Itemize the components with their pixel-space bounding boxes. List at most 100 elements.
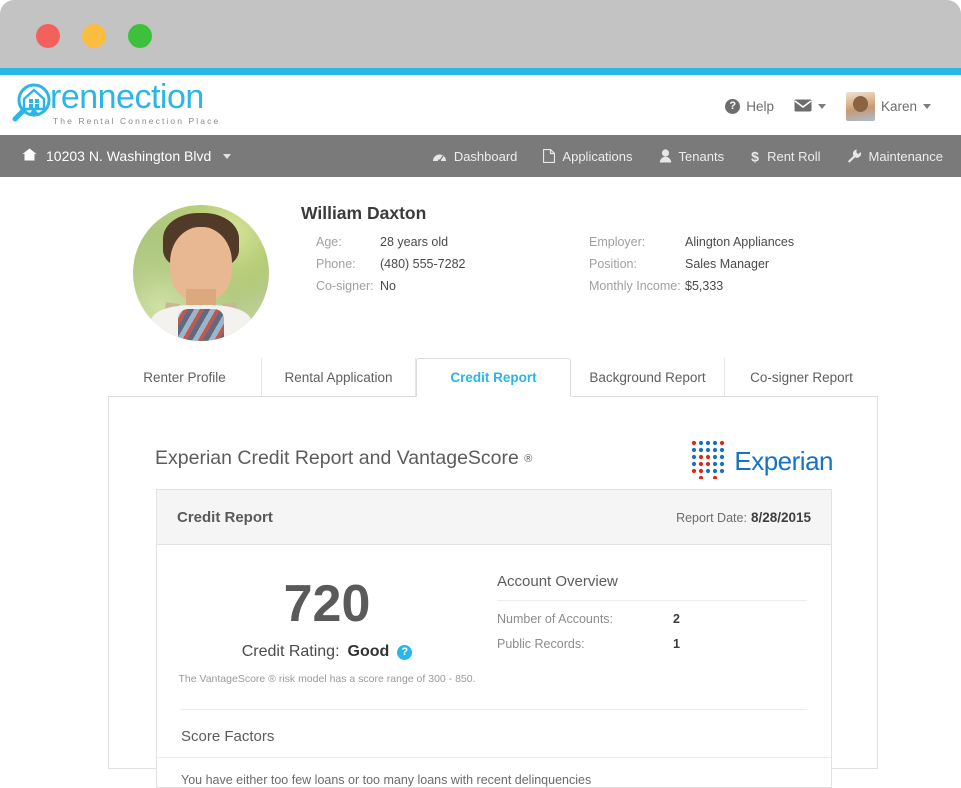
overview-value: 1 [673, 637, 680, 651]
tab-cosigner-report[interactable]: Co-signer Report [725, 358, 878, 396]
chevron-down-icon [223, 153, 232, 159]
credit-report-box-header: Credit Report Report Date: 8/28/2015 [157, 490, 831, 545]
info-value: 28 years old [380, 235, 449, 249]
nav-item-tenants[interactable]: Tenants [659, 148, 725, 164]
chevron-down-icon [923, 104, 931, 109]
panel-title: Credit Report [177, 508, 273, 526]
vantagescore-note: The VantageScore ® risk model has a scor… [178, 673, 476, 685]
info-value: No [380, 279, 396, 293]
registered-mark: ® [524, 453, 533, 465]
credit-rating-value: Good [347, 643, 390, 660]
chevron-down-icon [817, 104, 826, 109]
experian-logo: Experian [687, 439, 833, 484]
account-overview: Account Overview Number of Accounts: 2 P… [497, 573, 831, 685]
nav-label: Dashboard [453, 148, 518, 164]
info-label: Position: [589, 257, 637, 271]
avatar [845, 92, 875, 121]
header-utility-nav: ? Help Karen [715, 88, 941, 125]
overview-row: Public Records: 1 [497, 626, 807, 651]
overview-value: 2 [673, 612, 680, 626]
rennection-logo[interactable]: rennection The Rental Connection Place [8, 79, 220, 127]
tab-renter-profile[interactable]: Renter Profile [108, 358, 262, 396]
user-name-label: Karen [880, 99, 917, 114]
score-factor-item: You have either too few loans or too man… [181, 773, 592, 787]
traffic-lights [36, 24, 152, 48]
tenant-info-left: Age: 28 years old Phone: (480) 555-7282 … [316, 235, 465, 301]
question-mark-icon[interactable]: ? [397, 644, 413, 660]
close-window-button[interactable] [36, 24, 60, 48]
tenant-info-right: Employer: Alington Appliances Position: … [589, 235, 794, 301]
tab-background-report[interactable]: Background Report [571, 358, 725, 396]
info-label: Co-signer: [316, 279, 374, 293]
report-date-value: 8/28/2015 [750, 509, 811, 525]
info-row: Phone: (480) 555-7282 [316, 257, 465, 272]
report-page-title-text: Experian Credit Report and VantageScore [155, 447, 519, 469]
score-block: 720 Credit Rating: Good ? The VantageSco… [157, 573, 497, 685]
info-value: Sales Manager [685, 257, 770, 271]
tenant-name: William Daxton [301, 203, 427, 223]
info-row: Employer: Alington Appliances [589, 235, 794, 250]
window-titlebar [0, 0, 961, 68]
info-row: Position: Sales Manager [589, 257, 794, 272]
nav-item-maintenance[interactable]: Maintenance [847, 149, 943, 164]
question-mark-icon: ? [725, 99, 741, 114]
svg-text:$: $ [751, 149, 759, 164]
wrench-icon [847, 149, 862, 163]
info-row: Monthly Income: $5,333 [589, 279, 794, 294]
info-value: (480) 555-7282 [380, 257, 466, 271]
logo-tagline: The Rental Connection Place [53, 116, 221, 126]
info-row: Co-signer: No [316, 279, 465, 294]
tab-label: Background Report [589, 369, 706, 385]
credit-rating-label: Credit Rating: [241, 643, 340, 660]
credit-score-value: 720 [283, 575, 371, 633]
info-row: Age: 28 years old [316, 235, 465, 250]
info-label: Employer: [589, 235, 646, 249]
nav-links: Dashboard Applications Tenants $ Rent Ro… [432, 149, 943, 164]
dollar-icon: $ [750, 149, 760, 164]
tab-credit-report[interactable]: Credit Report [416, 358, 571, 397]
score-factors-title: Score Factors [157, 710, 831, 758]
file-icon [543, 149, 556, 163]
minimize-window-button[interactable] [82, 24, 106, 48]
nav-label: Tenants [678, 148, 725, 164]
help-button[interactable]: ? Help [715, 95, 784, 118]
credit-rating: Credit Rating: Good ? [157, 643, 497, 661]
credit-report-box: Credit Report Report Date: 8/28/2015 720 … [156, 489, 832, 788]
dashboard-icon [432, 150, 447, 163]
envelope-icon [794, 99, 812, 115]
magnifier-house-icon [8, 79, 54, 127]
property-address-label: 10203 N. Washington Blvd [46, 148, 212, 164]
tab-label: Co-signer Report [750, 369, 853, 385]
help-label: Help [746, 99, 774, 114]
account-overview-title: Account Overview [497, 573, 807, 601]
score-and-overview: 720 Credit Rating: Good ? The VantageSco… [157, 545, 831, 685]
nav-item-dashboard[interactable]: Dashboard [432, 148, 518, 164]
credit-report-box-body: 720 Credit Rating: Good ? The VantageSco… [157, 545, 831, 787]
nav-item-applications[interactable]: Applications [543, 149, 633, 164]
credit-report-panel: Experian Credit Report and VantageScore … [108, 397, 878, 788]
nav-item-rent-roll[interactable]: $ Rent Roll [750, 149, 820, 164]
main-navigation: 10203 N. Washington Blvd Dashboard Appli… [0, 135, 961, 177]
overview-label: Public Records: [497, 637, 585, 651]
nav-label: Maintenance [868, 148, 943, 164]
report-page-title: Experian Credit Report and VantageScore … [155, 447, 532, 470]
info-value: Alington Appliances [685, 235, 795, 249]
info-label: Age: [316, 235, 342, 249]
tab-rental-application[interactable]: Rental Application [262, 358, 416, 396]
maximize-window-button[interactable] [128, 24, 152, 48]
report-date: Report Date: 8/28/2015 [676, 510, 811, 525]
user-menu-button[interactable]: Karen [836, 88, 941, 125]
site-header: rennection The Rental Connection Place ?… [0, 75, 961, 135]
overview-label: Number of Accounts: [497, 612, 614, 626]
property-selector[interactable]: 10203 N. Washington Blvd [22, 148, 232, 164]
home-icon [22, 148, 37, 164]
experian-dot-matrix-icon [687, 439, 731, 484]
info-label: Phone: [316, 257, 356, 271]
messages-button[interactable] [784, 95, 836, 119]
tab-label: Credit Report [450, 370, 537, 385]
tenant-photo [133, 205, 269, 341]
tab-label: Rental Application [284, 369, 393, 385]
report-date-label: Report Date: [676, 510, 747, 525]
person-icon [659, 149, 672, 163]
nav-label: Rent Roll [767, 148, 821, 164]
